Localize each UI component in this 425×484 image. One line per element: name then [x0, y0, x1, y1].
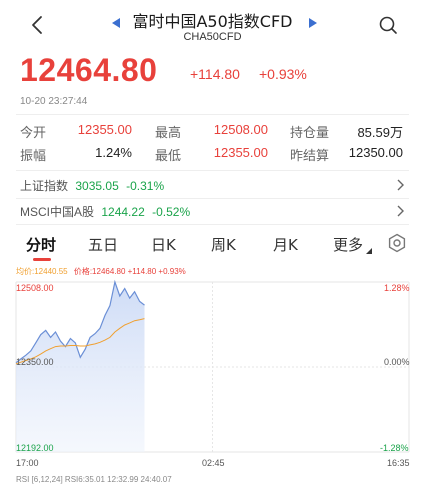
index-value: 1244.22: [101, 205, 145, 219]
page-title: 富时中国A50指数CFD: [132, 12, 293, 31]
pct-axis-top-label: 1.28%: [384, 283, 410, 293]
amplitude-value: 1.24%: [95, 145, 132, 160]
chevron-right-icon: [397, 179, 404, 191]
x-axis-mid-label: 02:45: [202, 458, 225, 468]
index-percent: -0.52%: [152, 205, 191, 219]
pct-axis-mid-label: 0.00%: [384, 357, 410, 367]
high-label: 最高: [155, 125, 182, 140]
caret-down-icon: [366, 248, 372, 254]
open-value: 12355.00: [77, 122, 132, 137]
index-row-msci[interactable]: MSCI中国A股 1244.22 -0.52%: [20, 203, 410, 225]
tab-more[interactable]: 更多: [333, 234, 363, 255]
index-name: MSCI中国A股: [20, 205, 95, 219]
settings-icon[interactable]: [387, 233, 407, 253]
indicator-tags[interactable]: RSI [6,12,24] RSI6:35.01 12:32.99 24:40.…: [16, 475, 172, 484]
divider: [16, 198, 409, 199]
low-label: 最低: [155, 148, 182, 163]
index-row-shanghai[interactable]: 上证指数 3035.05 -0.31%: [20, 177, 410, 199]
pct-axis-bottom-label: -1.28%: [380, 443, 409, 453]
next-symbol-icon[interactable]: [309, 18, 317, 28]
chevron-right-icon: [397, 205, 404, 217]
y-axis-mid-label: 12350.00: [16, 357, 54, 367]
prev-settle-label: 昨结算: [290, 148, 330, 163]
high-value: 12508.00: [213, 122, 268, 137]
index-percent: -0.31%: [126, 179, 165, 193]
avg-price-legend: 均价:12440.55: [16, 267, 68, 276]
chart-period-tabs: 分时 五日 日K 周K 月K 更多: [0, 228, 425, 261]
open-interest-value: 85.59万: [357, 125, 403, 140]
index-name: 上证指数: [20, 179, 69, 193]
amplitude-label: 振幅: [20, 148, 47, 163]
prev-settle-value: 12350.00: [348, 145, 403, 160]
tab-intraday[interactable]: 分时: [26, 234, 56, 255]
x-axis-end-label: 16:35: [387, 458, 410, 468]
price-legend: 价格:12464.80 +114.80 +0.93%: [73, 267, 186, 276]
y-axis-bottom-label: 12192.00: [16, 443, 54, 453]
divider: [16, 224, 409, 225]
tab-monthly-k[interactable]: 月K: [273, 234, 298, 255]
open-interest-label: 持仓量: [290, 125, 330, 140]
tab-five-day[interactable]: 五日: [88, 234, 118, 255]
last-price: 12464.80: [20, 52, 158, 88]
x-axis-start-label: 17:00: [16, 458, 39, 468]
price-change-percent: +0.93%: [259, 66, 307, 82]
quote-timestamp: 10-20 23:27:44: [20, 96, 88, 107]
active-tab-indicator: [33, 258, 51, 261]
divider: [16, 170, 409, 171]
header-bar: 富时中国A50指数CFD CHA50CFD: [0, 0, 425, 48]
price-change: +114.80: [190, 66, 240, 82]
divider: [16, 114, 409, 115]
tab-weekly-k[interactable]: 周K: [211, 234, 236, 255]
low-value: 12355.00: [213, 145, 268, 160]
tab-daily-k[interactable]: 日K: [151, 234, 176, 255]
price-area: [16, 282, 145, 452]
y-axis-top-label: 12508.00: [16, 283, 54, 293]
index-value: 3035.05: [75, 179, 119, 193]
intraday-chart[interactable]: [0, 276, 425, 466]
open-label: 今开: [20, 125, 47, 140]
search-icon[interactable]: [378, 15, 398, 35]
symbol-code: CHA50CFD: [183, 31, 242, 43]
